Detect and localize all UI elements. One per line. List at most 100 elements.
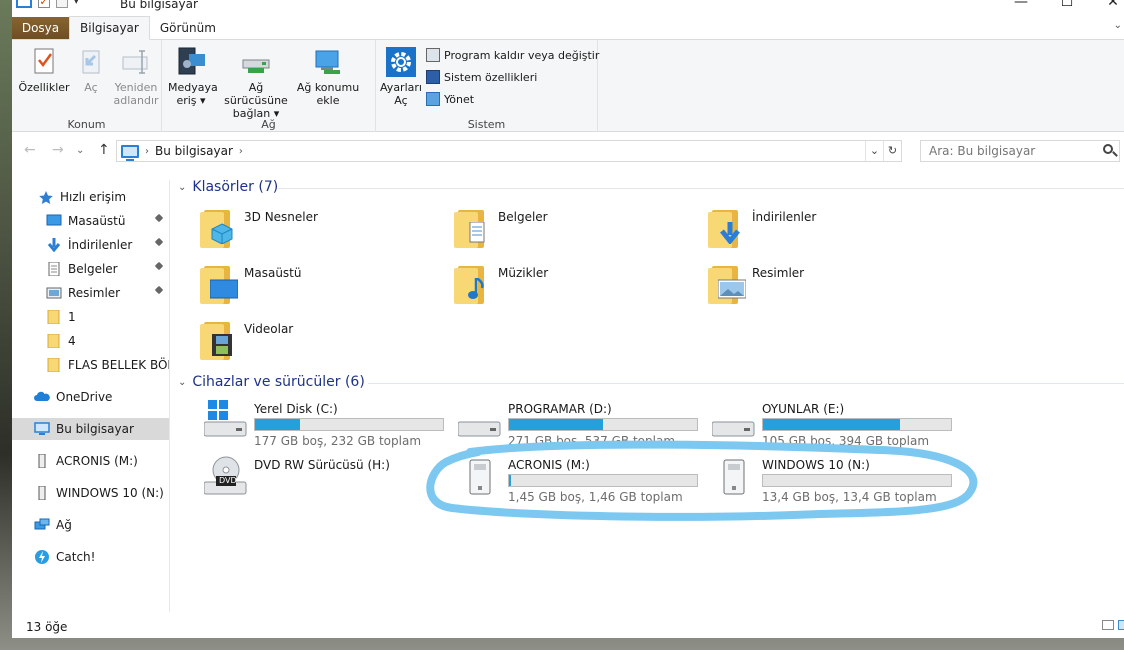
nav-network[interactable]: Ağ	[12, 514, 169, 536]
devices-group-header[interactable]: ⌄ Cihazlar ve sürücüler (6)	[178, 373, 365, 391]
drive-e[interactable]: OYUNLAR (E:) 105 GB boş, 394 GB toplam	[711, 400, 952, 450]
chevron-down-icon[interactable]: ⌄	[178, 182, 186, 193]
nav-flash-folder[interactable]: FLAS BELLEK BÖLM	[12, 354, 169, 376]
customize-quick-access-icon[interactable]: ▾	[74, 0, 79, 7]
section-divider	[368, 383, 1124, 384]
search-box[interactable]	[920, 140, 1120, 162]
maximize-button[interactable]: ☐	[1044, 0, 1090, 10]
tab-computer[interactable]: Bilgisayar	[69, 16, 150, 40]
group-location-label: Konum	[67, 118, 106, 131]
folder-downloads[interactable]: İndirilenler	[706, 208, 946, 258]
window-controls: — ☐ ✕	[998, 0, 1124, 10]
rename-button[interactable]: Yeniden adlandır	[110, 46, 162, 107]
forward-arrow-icon[interactable]: →	[52, 142, 64, 158]
map-network-drive-button[interactable]: Ağ sürücüsüne bağlan ▾	[216, 46, 296, 120]
drive-c[interactable]: Yerel Disk (C:) 177 GB boş, 232 GB topla…	[203, 400, 444, 450]
search-input[interactable]	[929, 144, 1099, 158]
rename-label-2: adlandır	[113, 94, 159, 107]
drive-h-dvd[interactable]: DVD DVD RW Sürücüsü (H:)	[203, 456, 444, 506]
ribbon-collapse-icon[interactable]: ⌄	[1114, 20, 1122, 31]
nav-windows10-drive[interactable]: WINDOWS 10 (N:)	[12, 482, 169, 504]
nav-label: Ağ	[56, 518, 72, 532]
nav-desktop[interactable]: Masaüstü	[12, 210, 169, 232]
folder-label: Müzikler	[498, 266, 549, 280]
system-properties-icon	[426, 70, 440, 84]
drive-n-windows10[interactable]: WINDOWS 10 (N:) 13,4 GB boş, 13,4 GB top…	[712, 456, 952, 506]
nav-folder-1[interactable]: 1	[12, 306, 169, 328]
uninstall-program-button[interactable]: Program kaldır veya değiştir	[426, 48, 599, 62]
properties-button[interactable]: Özellikler	[16, 46, 72, 94]
drive-usage-bar	[762, 474, 952, 487]
pin-icon[interactable]	[155, 239, 163, 249]
drive-d[interactable]: PROGRAMAR (D:) 271 GB boş, 537 GB toplam	[457, 400, 698, 450]
new-folder-quick-icon[interactable]	[56, 0, 68, 8]
network-location-icon	[312, 46, 344, 78]
folder-pictures[interactable]: Resimler	[706, 264, 946, 314]
nav-acronis-drive[interactable]: ACRONIS (M:)	[12, 450, 169, 472]
manage-button[interactable]: Yönet	[426, 92, 474, 106]
tab-file[interactable]: Dosya	[12, 17, 69, 39]
drive-space-text: 177 GB boş, 232 GB toplam	[254, 434, 422, 448]
folder-documents[interactable]: Belgeler	[452, 208, 692, 258]
nav-this-pc[interactable]: Bu bilgisayar	[12, 418, 169, 440]
details-view-icon[interactable]	[1102, 620, 1114, 630]
nav-downloads[interactable]: İndirilenler	[12, 234, 169, 256]
nav-pictures[interactable]: Resimler	[12, 282, 169, 304]
folder-desktop[interactable]: Masaüstü	[198, 264, 438, 314]
folder-videos[interactable]: Videolar	[198, 320, 438, 370]
music-note-icon	[464, 276, 488, 300]
folder-icon	[200, 320, 234, 360]
open-label: Aç	[84, 81, 98, 94]
refresh-icon[interactable]: ↻	[883, 141, 901, 161]
properties-icon	[28, 46, 60, 78]
folder-label: İndirilenler	[752, 210, 817, 224]
breadcrumb-separator-icon[interactable]: ›	[145, 146, 149, 157]
close-button[interactable]: ✕	[1090, 0, 1124, 10]
search-icon[interactable]	[1103, 144, 1113, 154]
uninstall-icon	[426, 48, 440, 62]
folder-label: Masaüstü	[244, 266, 302, 280]
open-button[interactable]: Aç	[74, 46, 108, 94]
chevron-down-icon[interactable]: ⌄	[178, 377, 186, 388]
pin-icon[interactable]	[155, 263, 163, 273]
breadcrumb-this-pc[interactable]: Bu bilgisayar	[155, 144, 233, 158]
netloc-label-2: ekle	[316, 94, 340, 107]
back-arrow-icon[interactable]: ←	[24, 142, 36, 158]
up-arrow-icon[interactable]: ↑	[98, 142, 110, 158]
folder-label: Belgeler	[498, 210, 548, 224]
nav-documents[interactable]: Belgeler	[12, 258, 169, 280]
nav-onedrive[interactable]: OneDrive	[12, 386, 169, 408]
folders-group-header[interactable]: ⌄ Klasörler (7)	[178, 178, 278, 196]
nav-quick-access[interactable]: Hızlı erişim	[12, 186, 169, 208]
properties-quick-icon[interactable]: ✓	[38, 0, 50, 8]
recent-locations-chevron-icon[interactable]: ⌄	[76, 145, 84, 156]
pin-icon[interactable]	[155, 287, 163, 297]
nav-label: WINDOWS 10 (N:)	[56, 486, 164, 500]
address-field[interactable]: › Bu bilgisayar › ⌄ ↻	[116, 140, 902, 162]
folder-label: Resimler	[752, 266, 805, 280]
access-media-button[interactable]: Medyaya eriş ▾	[168, 46, 218, 107]
ribbon-tabs: Dosya Bilgisayar Görünüm ⌄	[12, 14, 1124, 40]
nav-catch[interactable]: Catch!	[12, 546, 169, 568]
tab-view[interactable]: Görünüm	[150, 17, 226, 39]
open-settings-button[interactable]: Ayarları Aç	[380, 46, 422, 107]
download-arrow-icon	[718, 222, 742, 246]
add-network-location-button[interactable]: Ağ konumu ekle	[296, 46, 360, 107]
minimize-button[interactable]: —	[998, 0, 1044, 10]
section-divider	[278, 188, 1124, 189]
drive-space-text: 1,45 GB boş, 1,46 GB toplam	[508, 490, 683, 504]
properties-label: Özellikler	[18, 81, 70, 94]
large-icons-view-icon[interactable]	[1118, 620, 1124, 630]
group-system: Ayarları Aç Program kaldır veya değiştir…	[376, 40, 599, 132]
devices-header-label: Cihazlar ve sürücüler (6)	[192, 374, 365, 390]
folder-music[interactable]: Müzikler	[452, 264, 692, 314]
breadcrumb-chevron-icon[interactable]: ›	[239, 146, 243, 157]
folder-3d-objects[interactable]: 3D Nesneler	[198, 208, 438, 258]
nav-folder-4[interactable]: 4	[12, 330, 169, 352]
address-history-chevron-icon[interactable]: ⌄	[865, 141, 883, 161]
pin-icon[interactable]	[155, 215, 163, 225]
pictures-icon	[46, 286, 62, 300]
group-system-label: Sistem	[467, 118, 506, 131]
system-properties-button[interactable]: Sistem özellikleri	[426, 70, 537, 84]
drive-m-acronis[interactable]: ACRONIS (M:) 1,45 GB boş, 1,46 GB toplam	[458, 456, 698, 506]
